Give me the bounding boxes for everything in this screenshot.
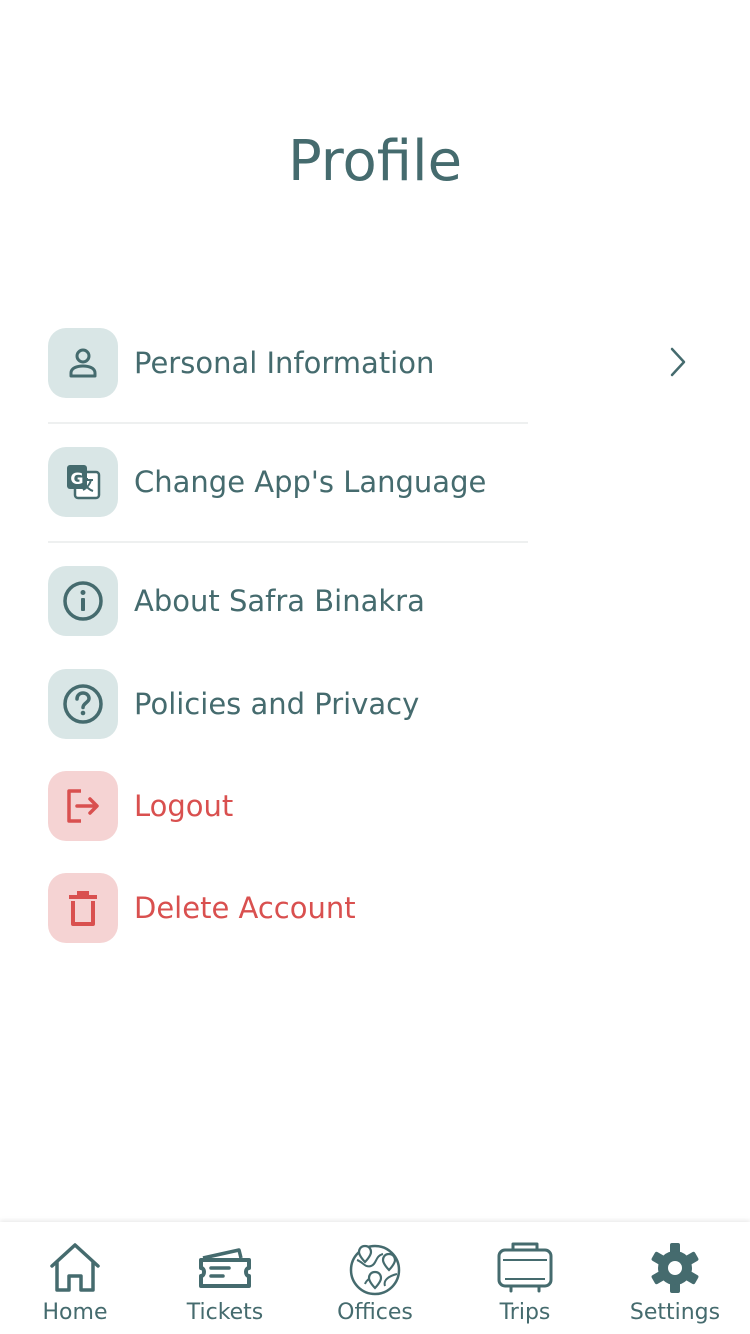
home-icon <box>50 1243 100 1292</box>
menu-label: About Safra Binakra <box>134 584 425 618</box>
trash-icon <box>48 873 118 943</box>
tab-label: Offices <box>337 1300 413 1325</box>
tab-settings[interactable]: Settings <box>600 1222 750 1334</box>
bus-icon <box>497 1242 553 1293</box>
tab-trips[interactable]: Trips <box>450 1222 600 1334</box>
menu-label: Change App's Language <box>134 465 487 499</box>
translate-icon: G <box>48 447 118 517</box>
menu-item-personal-information[interactable]: Personal Information <box>48 328 708 398</box>
svg-text:G: G <box>70 469 83 488</box>
menu-item-logout[interactable]: Logout <box>48 771 708 841</box>
ticket-icon <box>199 1248 251 1288</box>
logout-icon <box>48 771 118 841</box>
tab-label: Tickets <box>186 1300 264 1325</box>
chevron-right-icon <box>670 347 686 377</box>
tab-label: Settings <box>629 1300 721 1325</box>
tab-home[interactable]: Home <box>0 1222 150 1334</box>
menu-item-delete-account[interactable]: Delete Account <box>48 873 708 943</box>
menu-label: Policies and Privacy <box>134 687 420 721</box>
menu-item-change-language[interactable]: G Change App's Language <box>48 447 708 517</box>
menu-label: Delete Account <box>134 891 356 925</box>
info-icon <box>48 566 118 636</box>
divider <box>48 541 528 543</box>
globe-icon <box>349 1244 401 1296</box>
question-icon <box>48 669 118 739</box>
menu-item-about[interactable]: About Safra Binakra <box>48 566 708 636</box>
menu-item-policies[interactable]: Policies and Privacy <box>48 669 708 739</box>
gear-icon <box>651 1243 699 1293</box>
tab-tickets[interactable]: Tickets <box>150 1222 300 1334</box>
bottom-tab-bar: Home Tickets Offices Trips Settings <box>0 1222 750 1334</box>
tab-offices[interactable]: Offices <box>300 1222 450 1334</box>
profile-screen: Profile Personal Information G Change Ap… <box>0 0 750 1334</box>
menu-label: Personal Information <box>134 346 435 380</box>
tab-label: Trips <box>499 1300 551 1325</box>
divider <box>48 422 528 424</box>
menu-label: Logout <box>134 789 234 823</box>
person-icon <box>48 328 118 398</box>
page-title: Profile <box>287 129 463 194</box>
tab-label: Home <box>42 1300 108 1325</box>
